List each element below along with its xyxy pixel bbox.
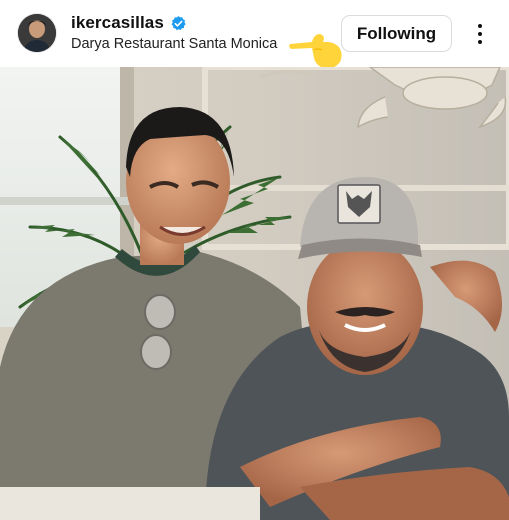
avatar[interactable] [18, 14, 56, 52]
username-row: ikercasillas [71, 13, 187, 33]
pointing-hand-icon [289, 34, 342, 69]
more-dot [477, 31, 483, 37]
location-link[interactable]: Darya Restaurant Santa Monica [71, 36, 277, 52]
more-dot [477, 40, 483, 45]
more-dot [477, 23, 483, 28]
verified-badge-icon [171, 15, 186, 30]
username[interactable]: ikercasillas [71, 13, 164, 33]
following-button[interactable]: Following [341, 15, 452, 52]
post-header: ikercasillas Darya Restaurant Santa Moni… [0, 0, 509, 69]
post-photo[interactable] [0, 67, 509, 520]
more-options-icon[interactable] [468, 20, 492, 48]
